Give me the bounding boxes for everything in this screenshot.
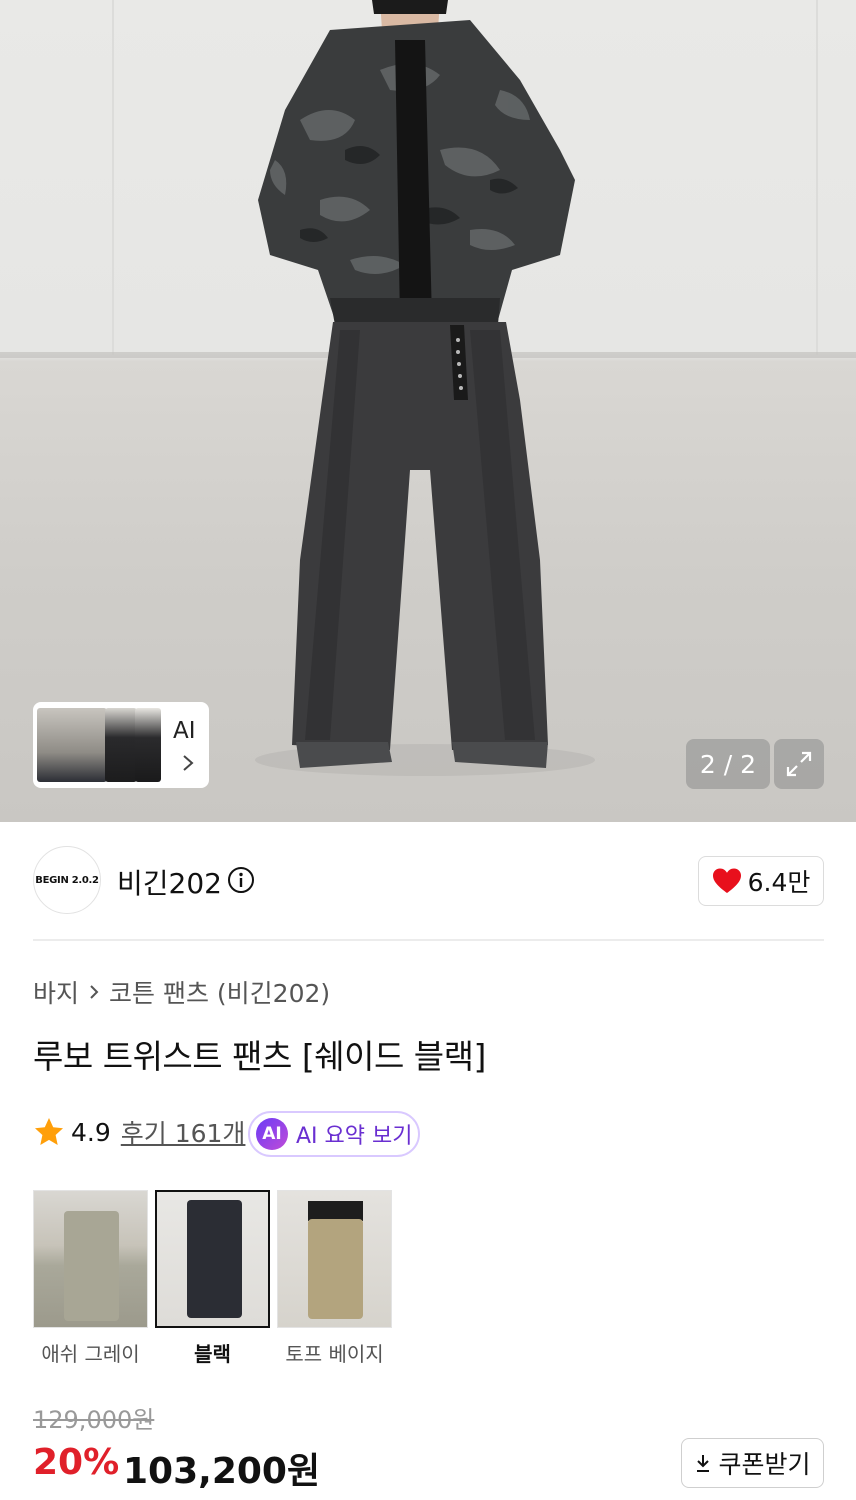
ai-gallery-label: AI [173, 718, 196, 744]
reviews-link[interactable]: 후기 161개 [121, 1114, 246, 1150]
like-count: 6.4만 [747, 868, 811, 897]
ai-summary-label: AI 요약 보기 [296, 1124, 413, 1149]
breadcrumb-subcategory[interactable]: 코튼 팬츠 (비긴202) [109, 974, 330, 1010]
download-icon [697, 1455, 710, 1472]
original-price: 129,000원 [33, 1406, 155, 1434]
rating-row: 4.9 후기 161개 [33, 1114, 245, 1150]
divider [33, 939, 824, 941]
color-option-black[interactable]: 블랙 [155, 1190, 270, 1367]
brand-name[interactable]: 비긴202 [117, 862, 222, 902]
brand-logo[interactable]: BEGIN 2.0.2 [33, 846, 101, 914]
color-option-taupe-beige[interactable]: 토프 베이지 [277, 1190, 392, 1367]
color-swatch-image [155, 1190, 270, 1328]
heart-icon [712, 868, 741, 893]
brand-logo-text: BEGIN 2.0.2 [35, 874, 99, 886]
color-option-label: 토프 베이지 [285, 1342, 384, 1366]
info-icon[interactable] [227, 866, 255, 894]
chevron-right-icon [183, 755, 194, 771]
coupon-label: 쿠폰받기 [718, 1450, 811, 1479]
product-title: 루보 트위스트 팬츠 [쉐이드 블랙] [33, 1037, 486, 1076]
coupon-download-button[interactable]: 쿠폰받기 [681, 1438, 824, 1488]
discount-rate: 20% [33, 1442, 120, 1483]
color-option-label: 블랙 [194, 1342, 231, 1366]
ai-badge-icon: AI [256, 1118, 288, 1150]
model-figure [255, 0, 595, 776]
ai-summary-button[interactable]: AI AI 요약 보기 [248, 1111, 420, 1157]
expand-button[interactable] [774, 739, 824, 789]
product-main-image[interactable]: AI 2 / 2 [0, 0, 856, 822]
color-swatch-image [277, 1190, 392, 1328]
like-button[interactable]: 6.4만 [698, 856, 824, 906]
expand-icon [786, 751, 812, 777]
image-pager: 2 / 2 [686, 739, 770, 789]
color-options: 애쉬 그레이 블랙 토프 베이지 [33, 1190, 392, 1367]
sale-price: 103,200원 [123, 1451, 321, 1492]
color-option-label: 애쉬 그레이 [41, 1342, 140, 1366]
rating-score: 4.9 [71, 1117, 111, 1147]
color-option-ash-gray[interactable]: 애쉬 그레이 [33, 1190, 148, 1367]
ai-gallery-thumbnail-button[interactable]: AI [33, 702, 209, 788]
star-icon [35, 1118, 63, 1145]
color-swatch-image [33, 1190, 148, 1328]
chevron-right-icon [90, 985, 99, 999]
breadcrumb: 바지 코튼 팬츠 (비긴202) [33, 974, 330, 1010]
breadcrumb-category[interactable]: 바지 [33, 974, 79, 1010]
